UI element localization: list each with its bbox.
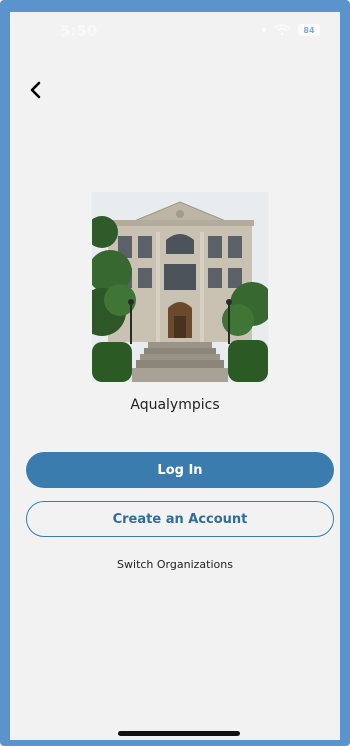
status-bar: 5:50 84 <box>10 12 340 46</box>
login-button[interactable]: Log In <box>26 452 334 488</box>
organization-logo <box>92 192 268 382</box>
app-screen: 5:50 84 Aqualympics Log In Create an Acc… <box>10 12 340 740</box>
home-indicator[interactable] <box>118 731 240 736</box>
create-account-button[interactable]: Create an Account <box>26 501 334 537</box>
status-time: 5:50 <box>60 22 98 40</box>
back-button[interactable] <box>24 78 48 102</box>
device-frame: 5:50 84 Aqualympics Log In Create an Acc… <box>0 0 350 746</box>
organization-name: Aqualympics <box>130 397 220 413</box>
switch-organizations-link[interactable]: Switch Organizations <box>10 558 340 571</box>
chevron-left-icon <box>30 81 41 99</box>
battery-icon: 84 <box>298 24 320 36</box>
status-icons: 84 <box>262 24 320 36</box>
location-icon <box>262 28 266 32</box>
wifi-icon <box>274 24 290 36</box>
